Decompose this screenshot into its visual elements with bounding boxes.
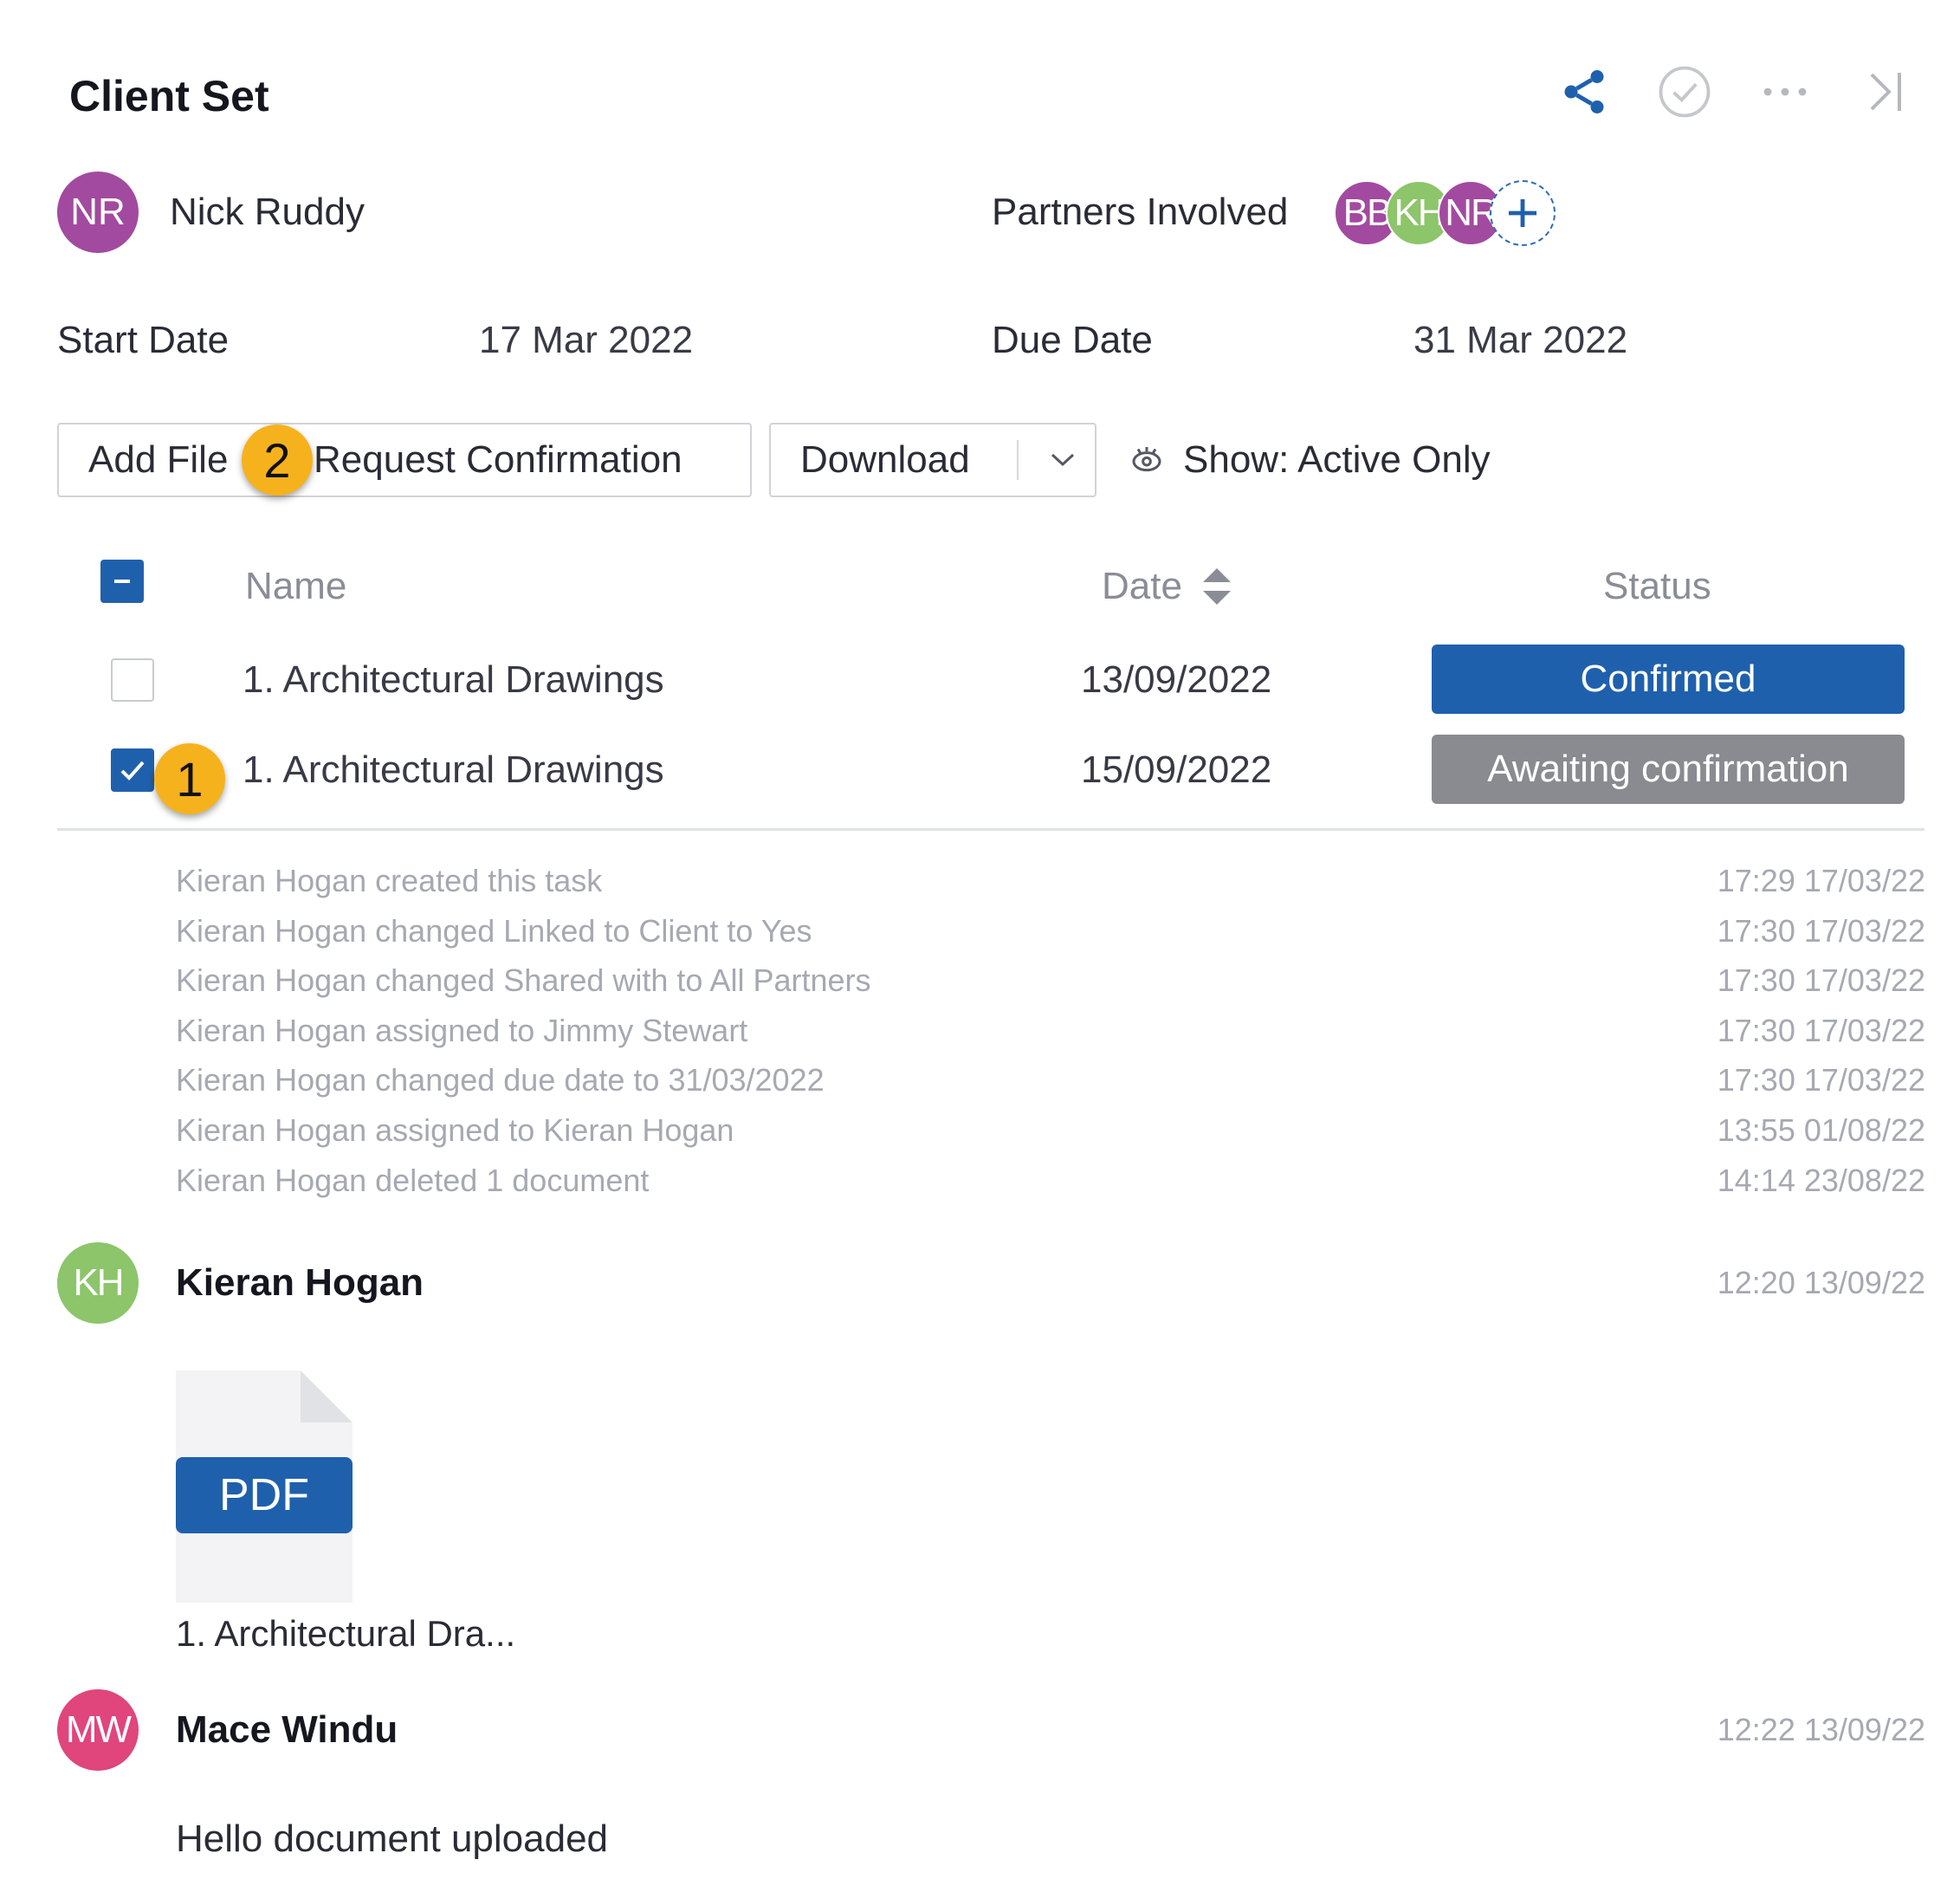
column-header-date-label: Date: [1102, 565, 1182, 607]
row-checkbox[interactable]: [111, 748, 154, 792]
partner-initials: NR: [1445, 191, 1498, 234]
partners-avatars: BB KH NR: [1334, 180, 1559, 246]
check-circle-icon[interactable]: [1653, 61, 1716, 123]
select-all-checkbox[interactable]: [100, 560, 144, 603]
divider: [1017, 440, 1019, 480]
minus-icon: [114, 580, 130, 583]
activity-timestamp: 17:30 17/03/22: [1717, 1012, 1925, 1048]
activity-item: Kieran Hogan changed Shared with to All …: [176, 962, 1925, 1013]
comment-timestamp: 12:20 13/09/22: [1717, 1265, 1925, 1300]
activity-text: Kieran Hogan changed Linked to Client to…: [176, 912, 812, 949]
activity-timestamp: 17:30 17/03/22: [1717, 962, 1925, 999]
check-icon: [120, 761, 145, 781]
owner-name: Nick Ruddy: [170, 191, 365, 233]
activity-item: Kieran Hogan assigned to Kieran Hogan 13…: [176, 1112, 1925, 1163]
row-file-name[interactable]: 1. Architectural Drawings: [243, 658, 664, 702]
callout-marker-1: 1: [154, 743, 225, 814]
eye-icon: [1132, 447, 1161, 472]
chevron-down-icon: [1051, 453, 1075, 467]
column-header-name[interactable]: Name: [245, 565, 346, 608]
page-title: Client Set: [69, 72, 269, 120]
partners-label: Partners Involved: [992, 191, 1289, 233]
row-date: 15/09/2022: [1081, 748, 1272, 791]
activity-text: Kieran Hogan changed Shared with to All …: [176, 962, 871, 999]
pdf-file-attachment[interactable]: PDF: [176, 1370, 353, 1603]
download-button[interactable]: Download: [800, 424, 970, 496]
activity-log: Kieran Hogan created this task 17:29 17/…: [176, 863, 1925, 1212]
activity-text: Kieran Hogan deleted 1 document: [176, 1162, 650, 1198]
start-date-label: Start Date: [57, 319, 230, 361]
activity-timestamp: 14:14 23/08/22: [1717, 1162, 1925, 1198]
partner-initials: KH: [1394, 191, 1445, 234]
activity-timestamp: 17:30 17/03/22: [1717, 1062, 1925, 1098]
avatar-initials: MW: [65, 1708, 132, 1751]
comment-author: Mace Windu: [176, 1708, 398, 1751]
plus-icon: [1509, 199, 1536, 227]
activity-item: Kieran Hogan changed due date to 31/03/2…: [176, 1062, 1925, 1112]
activity-timestamp: 17:29 17/03/22: [1717, 863, 1925, 898]
due-date-value: 31 Mar 2022: [1413, 319, 1628, 361]
owner-initials: NR: [70, 191, 126, 233]
comment-author: Kieran Hogan: [176, 1261, 424, 1304]
activity-item: Kieran Hogan assigned to Jimmy Stewart 1…: [176, 1013, 1925, 1063]
status-badge: Confirmed: [1432, 645, 1905, 714]
callout-marker-2: 2: [242, 424, 313, 496]
top-actions: [1553, 61, 1917, 123]
avatar: MW: [57, 1689, 139, 1771]
file-actions-group: Add File Request Confirmation: [57, 423, 752, 497]
partner-initials: BB: [1342, 191, 1393, 234]
add-partner-button[interactable]: [1490, 180, 1556, 246]
activity-text: Kieran Hogan assigned to Jimmy Stewart: [176, 1012, 748, 1048]
column-header-status: Status: [1603, 565, 1711, 607]
row-date: 13/09/2022: [1081, 658, 1272, 701]
activity-timestamp: 17:30 17/03/22: [1717, 912, 1925, 949]
comment-timestamp: 12:22 13/09/22: [1717, 1712, 1925, 1747]
start-date-value: 17 Mar 2022: [479, 319, 694, 361]
status-badge: Awaiting confirmation: [1432, 735, 1905, 804]
show-filter-toggle[interactable]: Show: Active Only: [1129, 423, 1491, 497]
share-icon[interactable]: [1553, 61, 1615, 123]
activity-item: Kieran Hogan changed Linked to Client to…: [176, 913, 1925, 963]
collapse-panel-icon[interactable]: [1854, 61, 1917, 123]
pdf-file-icon: PDF: [176, 1457, 353, 1533]
activity-text: Kieran Hogan created this task: [176, 863, 603, 898]
add-file-button[interactable]: Add File: [88, 424, 228, 496]
comment-message: Hello document uploaded: [176, 1817, 609, 1860]
activity-item: Kieran Hogan created this task 17:29 17/…: [176, 863, 1925, 913]
toolbar: Add File Request Confirmation Download S…: [57, 423, 1789, 497]
divider: [57, 828, 1924, 831]
request-confirmation-button[interactable]: Request Confirmation: [314, 424, 682, 496]
more-icon[interactable]: [1754, 61, 1816, 123]
owner-avatar: NR: [57, 172, 139, 253]
avatar-initials: KH: [73, 1261, 124, 1304]
activity-item: Kieran Hogan deleted 1 document 14:14 23…: [176, 1163, 1925, 1213]
activity-timestamp: 13:55 01/08/22: [1717, 1111, 1925, 1148]
activity-text: Kieran Hogan assigned to Kieran Hogan: [176, 1111, 734, 1148]
show-filter-label: Show: Active Only: [1183, 438, 1491, 481]
page-fold-cover: [301, 1370, 353, 1422]
column-header-date[interactable]: Date: [1102, 565, 1232, 608]
due-date-label: Due Date: [992, 319, 1153, 361]
sort-icon: [1202, 568, 1231, 605]
download-split-button: Download: [769, 423, 1096, 497]
activity-text: Kieran Hogan changed due date to 31/03/2…: [176, 1062, 825, 1098]
download-dropdown-toggle[interactable]: [1031, 424, 1095, 496]
attachment-file-name[interactable]: 1. Architectural Dra...: [176, 1613, 515, 1655]
avatar: KH: [57, 1242, 139, 1324]
row-file-name[interactable]: 1. Architectural Drawings: [243, 748, 664, 792]
row-checkbox[interactable]: [111, 658, 154, 702]
